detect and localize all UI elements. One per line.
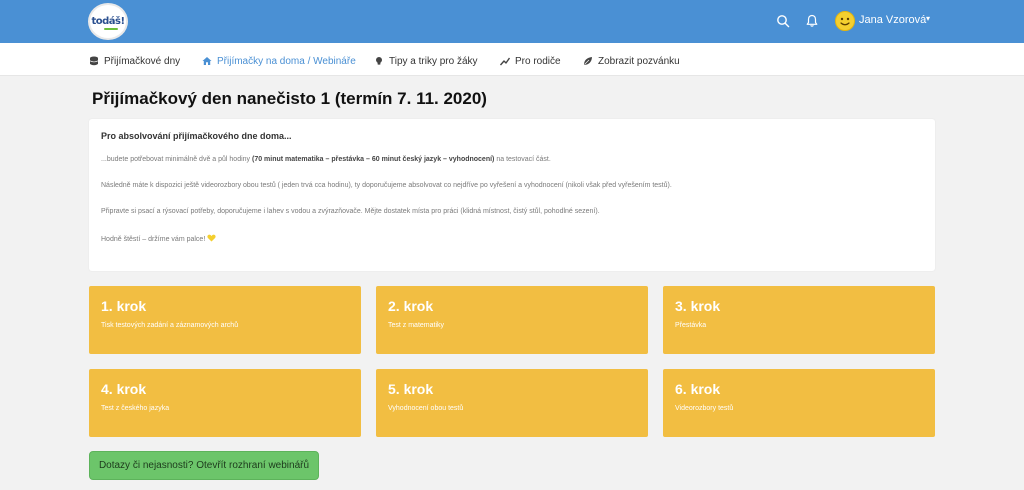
step-description: Tisk testových zadání a záznamových arch… (101, 322, 239, 329)
search-icon[interactable] (776, 14, 790, 28)
step-card-1[interactable]: 1. krok Tisk testových zadání a záznamov… (89, 286, 361, 354)
info-text: na testovací část. (494, 156, 551, 163)
info-paragraph-4: Hodně štěstí – držíme vám palce! (101, 234, 216, 243)
logo-underline (104, 28, 118, 30)
page-title: Přijímačkový den nanečisto 1 (termín 7. … (92, 89, 487, 108)
info-paragraph-2: Následně máte k dispozici ještě videoroz… (101, 182, 672, 189)
nav-item-prijimackove-dny[interactable]: Přijímačkové dny (89, 54, 180, 68)
user-name[interactable]: Jana Vzorová (859, 14, 926, 26)
nav-item-zobrazit-pozvanku[interactable]: Zobrazit pozvánku (583, 54, 680, 68)
yellow-heart-icon (207, 234, 216, 242)
smiley-icon (840, 17, 850, 26)
step-title: 5. krok (388, 381, 434, 397)
step-description: Test z matematiky (388, 322, 445, 329)
nav-item-tipy-a-triky[interactable]: Tipy a triky pro žáky (374, 54, 478, 68)
logo[interactable]: todáš! (88, 3, 128, 40)
info-text: ...budete potřebovat minimálně dvě a půl… (101, 156, 252, 163)
home-icon (202, 57, 212, 65)
nav-item-pro-rodice[interactable]: Pro rodiče (500, 54, 561, 68)
database-icon (89, 56, 99, 66)
step-description: Vyhodnocení obou testů (388, 405, 464, 412)
info-heading: Pro absolvování přijímačkového dne doma.… (101, 131, 292, 141)
step-title: 6. krok (675, 381, 721, 397)
open-webinar-button[interactable]: Dotazy či nejasnosti? Otevřít rozhraní w… (89, 451, 319, 480)
nav-item-label: Přijímačkové dny (104, 55, 181, 67)
nav-item-label: Přijímačky na doma / Webináře (217, 55, 356, 67)
step-description: Test z českého jazyka (101, 405, 170, 412)
nav-item-label: Tipy a triky pro žáky (389, 55, 478, 67)
step-title: 1. krok (101, 298, 147, 314)
info-card: Pro absolvování přijímačkového dne doma.… (89, 119, 935, 271)
step-title: 2. krok (388, 298, 434, 314)
bell-icon[interactable] (805, 14, 819, 28)
lightbulb-icon (376, 57, 382, 65)
nav-item-prijimacky-na-doma[interactable]: Přijímačky na doma / Webináře (202, 54, 356, 68)
chart-icon (500, 57, 510, 66)
step-title: 3. krok (675, 298, 721, 314)
main-nav: Přijímačkové dny Přijímačky na doma / We… (0, 43, 1024, 76)
leaf-icon (584, 57, 592, 65)
chevron-down-icon[interactable]: ▾ (926, 14, 930, 23)
info-paragraph-3: Připravte si psací a rýsovací potřeby, d… (101, 208, 600, 215)
step-description: Videorozbory testů (675, 405, 734, 412)
nav-item-label: Zobrazit pozvánku (598, 55, 680, 67)
step-card-5[interactable]: 5. krok Vyhodnocení obou testů (376, 369, 648, 437)
logo-text: todáš! (91, 16, 125, 27)
info-bold-text: (70 minut matematika – přestávka – 60 mi… (252, 156, 495, 163)
info-text: Hodně štěstí – držíme vám palce! (101, 236, 206, 243)
step-card-4[interactable]: 4. krok Test z českého jazyka (89, 369, 361, 437)
step-card-3[interactable]: 3. krok Přestávka (663, 286, 935, 354)
info-paragraph-1: ...budete potřebovat minimálně dvě a půl… (101, 156, 551, 163)
step-card-6[interactable]: 6. krok Videorozbory testů (663, 369, 935, 437)
step-title: 4. krok (101, 381, 147, 397)
nav-item-label: Pro rodiče (515, 55, 561, 67)
avatar[interactable] (835, 11, 855, 31)
step-card-2[interactable]: 2. krok Test z matematiky (376, 286, 648, 354)
step-description: Přestávka (675, 322, 707, 329)
top-bar: todáš! Jana Vzorová ▾ (0, 0, 1024, 43)
